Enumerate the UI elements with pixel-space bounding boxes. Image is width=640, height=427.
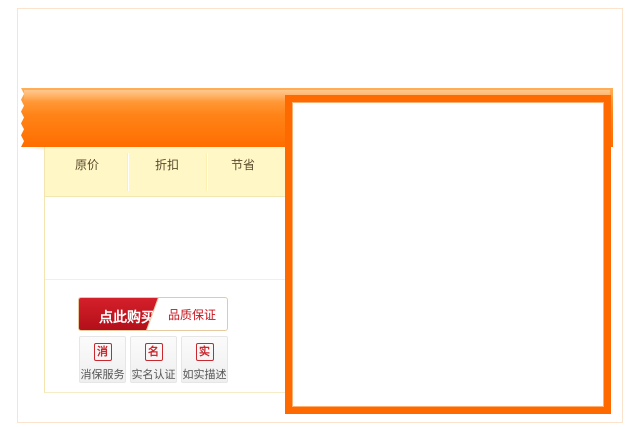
accurate-description-icon: 实 [195,343,214,361]
product-image-frame[interactable] [285,95,611,414]
original-price-header: 原价 [74,158,99,172]
quality-guarantee-label[interactable]: 品质保证 [168,306,216,323]
consumer-protection-badge[interactable]: 消 消保服务 [79,336,126,383]
accurate-description-badge[interactable]: 实 如实描述 [181,336,228,383]
verified-name-icon: 名 [144,343,163,361]
pointer-cursor-icon: ⇱ [151,315,160,326]
discount-header: 折扣 [154,158,179,172]
badge-label: 如实描述 [182,368,227,381]
badge-label: 实名认证 [131,368,176,381]
consumer-protection-icon: 消 [93,343,112,361]
verified-name-badge[interactable]: 名 实名认证 [130,336,177,383]
price-header: 原价 折扣 节省 [45,147,286,197]
savings-header: 节省 [230,158,255,172]
badge-label: 消保服务 [80,368,125,381]
divider [45,279,286,280]
